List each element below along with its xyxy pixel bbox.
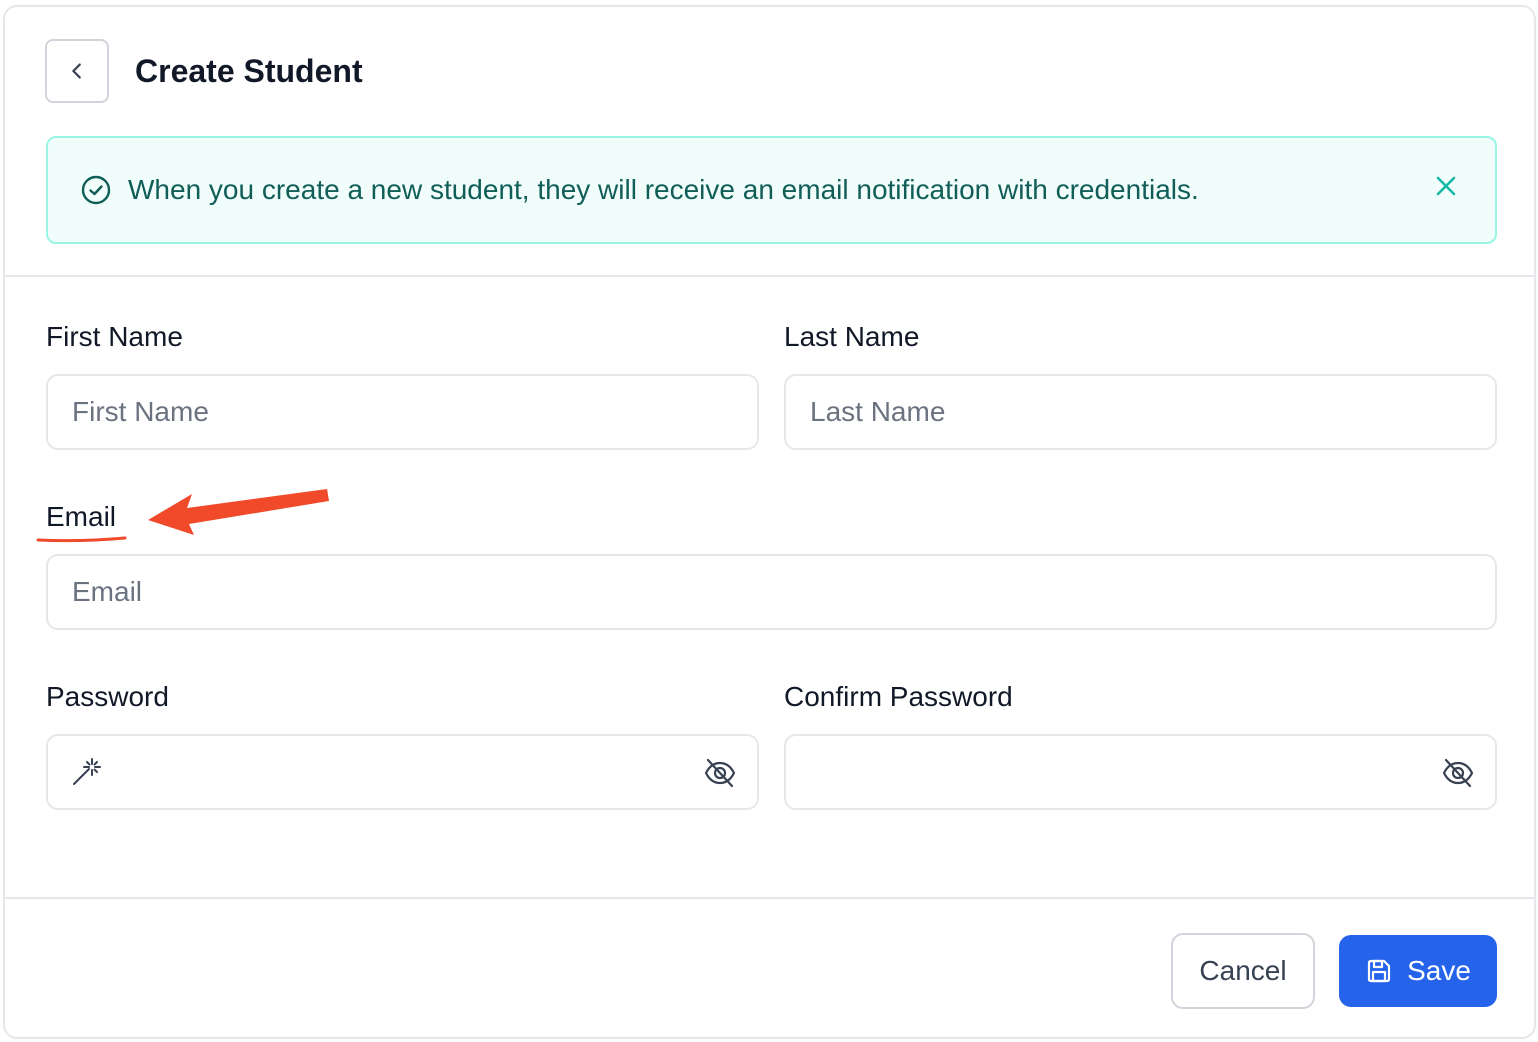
last-name-label: Last Name bbox=[784, 321, 920, 352]
alert-message: When you create a new student, they will… bbox=[128, 174, 1199, 205]
page-title: Create Student bbox=[135, 53, 363, 89]
password-input[interactable] bbox=[120, 736, 689, 808]
confirm-password-label: Confirm Password bbox=[784, 681, 1013, 712]
password-label: Password bbox=[46, 681, 169, 712]
email-input[interactable] bbox=[46, 554, 1497, 630]
card-header: Create Student When you create a new stu… bbox=[5, 7, 1534, 277]
alert-close-button[interactable] bbox=[1431, 171, 1461, 201]
confirm-password-input[interactable] bbox=[810, 736, 1427, 808]
save-button[interactable]: Save bbox=[1339, 935, 1497, 1007]
card-footer: Cancel Save bbox=[5, 897, 1534, 1037]
eye-off-icon[interactable] bbox=[703, 756, 737, 790]
last-name-input[interactable] bbox=[784, 374, 1497, 450]
first-name-label: First Name bbox=[46, 321, 183, 352]
confirm-password-field bbox=[784, 734, 1497, 810]
eye-off-icon[interactable] bbox=[1441, 756, 1475, 790]
close-icon bbox=[1436, 176, 1456, 196]
chevron-left-icon bbox=[72, 63, 81, 79]
email-label: Email bbox=[46, 501, 117, 532]
save-button-label: Save bbox=[1407, 955, 1471, 986]
save-icon bbox=[1367, 959, 1391, 983]
magic-wand-icon[interactable] bbox=[70, 756, 102, 788]
check-circle-icon bbox=[81, 175, 111, 205]
info-alert: When you create a new student, they will… bbox=[46, 136, 1497, 244]
cancel-button[interactable]: Cancel bbox=[1171, 933, 1315, 1009]
first-name-input[interactable] bbox=[46, 374, 759, 450]
create-student-card: Create Student When you create a new stu… bbox=[3, 5, 1536, 1039]
back-button[interactable] bbox=[45, 39, 109, 103]
password-field bbox=[46, 734, 759, 810]
